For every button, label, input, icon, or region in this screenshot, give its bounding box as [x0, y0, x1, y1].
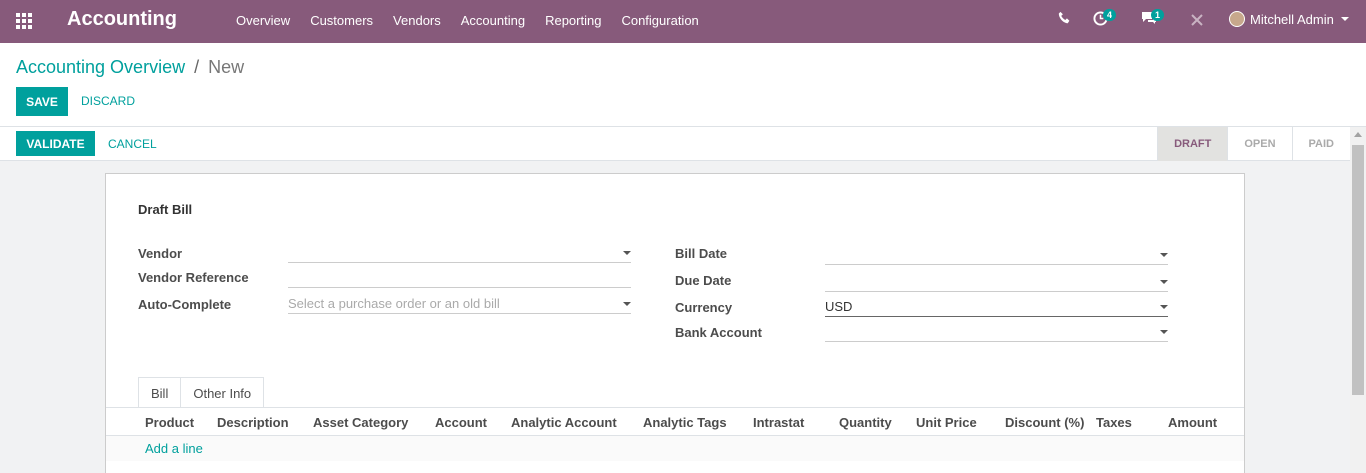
dropdown-caret-icon	[1160, 280, 1168, 284]
status-step-open[interactable]: OPEN	[1227, 127, 1291, 161]
column-header-taxes[interactable]: Taxes	[1096, 415, 1132, 430]
auto-complete-label: Auto-Complete	[138, 297, 232, 312]
bill-date-label: Bill Date	[675, 246, 728, 261]
form-sheet: Draft Bill Vendor Vendor Reference Auto-…	[105, 173, 1245, 473]
vertical-scrollbar[interactable]	[1350, 127, 1366, 473]
column-header-discount[interactable]: Discount (%)	[1005, 415, 1084, 430]
apps-grid-icon[interactable]	[16, 13, 34, 29]
due-date-label: Due Date	[675, 273, 732, 288]
main-menu: Overview Customers Vendors Accounting Re…	[236, 13, 719, 28]
user-name: Mitchell Admin	[1250, 11, 1334, 27]
vendor-reference-label: Vendor Reference	[138, 270, 249, 285]
messages-icon[interactable]: 1	[1141, 9, 1165, 28]
menu-vendors[interactable]: Vendors	[393, 13, 441, 28]
scroll-thumb[interactable]	[1352, 145, 1364, 395]
vendor-label: Vendor	[138, 246, 183, 261]
column-header-description[interactable]: Description	[217, 415, 289, 430]
status-bar: VALIDATE CANCEL DRAFT OPEN PAID	[0, 127, 1350, 161]
status-step-paid[interactable]: PAID	[1291, 127, 1350, 161]
column-header-quantity[interactable]: Quantity	[839, 415, 892, 430]
status-steps: DRAFT OPEN PAID	[1157, 127, 1350, 161]
control-panel: Accounting Overview / New SAVE DISCARD	[0, 43, 1366, 127]
column-header-amount[interactable]: Amount	[1168, 415, 1217, 430]
top-navbar: Accounting Overview Customers Vendors Ac…	[0, 0, 1366, 43]
column-header-asset-category[interactable]: Asset Category	[313, 415, 408, 430]
add-line-link[interactable]: Add a line	[145, 441, 203, 456]
cancel-button[interactable]: CANCEL	[108, 137, 157, 151]
tab-other-info[interactable]: Other Info	[180, 377, 265, 408]
menu-accounting[interactable]: Accounting	[461, 13, 525, 28]
bank-account-label: Bank Account	[675, 325, 762, 340]
vendor-field[interactable]	[288, 243, 631, 263]
scroll-up-arrow-icon[interactable]	[1354, 132, 1362, 137]
due-date-field[interactable]	[825, 272, 1168, 292]
currency-label: Currency	[675, 300, 733, 315]
bill-date-field[interactable]	[825, 245, 1168, 265]
column-header-unit-price[interactable]: Unit Price	[916, 415, 977, 430]
dropdown-caret-icon	[623, 251, 631, 255]
user-avatar	[1229, 11, 1245, 27]
column-header-analytic-account[interactable]: Analytic Account	[511, 415, 617, 430]
dropdown-caret-icon	[1160, 330, 1168, 334]
column-header-intrastat[interactable]: Intrastat	[753, 415, 804, 430]
breadcrumb-current: New	[208, 57, 245, 77]
user-menu[interactable]: Mitchell Admin	[1229, 11, 1349, 27]
debug-tools-icon[interactable]	[1190, 13, 1204, 30]
status-step-draft: DRAFT	[1157, 127, 1228, 161]
add-line-row: Add a line	[106, 436, 1244, 461]
breadcrumb: Accounting Overview / New	[16, 57, 244, 78]
auto-complete-placeholder: Select a purchase order or an old bill	[288, 296, 500, 311]
activity-clock-icon[interactable]: 4	[1093, 9, 1117, 29]
vendor-reference-input[interactable]	[288, 268, 631, 288]
form-title: Draft Bill	[138, 202, 193, 217]
column-header-account[interactable]: Account	[435, 415, 487, 430]
dropdown-caret-icon	[1160, 305, 1168, 309]
phone-icon[interactable]	[1058, 11, 1071, 27]
bank-account-field[interactable]	[825, 322, 1168, 342]
discard-button[interactable]: DISCARD	[81, 94, 135, 108]
currency-value: USD	[825, 299, 853, 314]
menu-reporting[interactable]: Reporting	[545, 13, 601, 28]
dropdown-caret-icon	[1160, 253, 1168, 257]
app-brand[interactable]: Accounting	[67, 8, 177, 31]
invoice-lines-header: Product Description Asset Category Accou…	[106, 407, 1244, 436]
chevron-down-icon	[1340, 17, 1349, 21]
auto-complete-field[interactable]: Select a purchase order or an old bill	[288, 294, 631, 314]
save-button[interactable]: SAVE	[16, 87, 68, 116]
menu-configuration[interactable]: Configuration	[621, 13, 698, 28]
activity-count-badge: 4	[1103, 9, 1117, 21]
menu-overview[interactable]: Overview	[236, 13, 290, 28]
breadcrumb-separator: /	[194, 57, 200, 77]
tab-bill[interactable]: Bill	[138, 377, 182, 408]
menu-customers[interactable]: Customers	[310, 13, 373, 28]
message-count-badge: 1	[1151, 9, 1165, 21]
dropdown-caret-icon	[623, 302, 631, 306]
validate-button[interactable]: VALIDATE	[16, 131, 95, 156]
breadcrumb-parent[interactable]: Accounting Overview	[16, 57, 185, 77]
currency-field[interactable]: USD	[825, 297, 1168, 317]
notebook-tabs: Bill Other Info	[138, 377, 265, 408]
column-header-analytic-tags[interactable]: Analytic Tags	[643, 415, 727, 430]
column-header-product[interactable]: Product	[145, 415, 194, 430]
